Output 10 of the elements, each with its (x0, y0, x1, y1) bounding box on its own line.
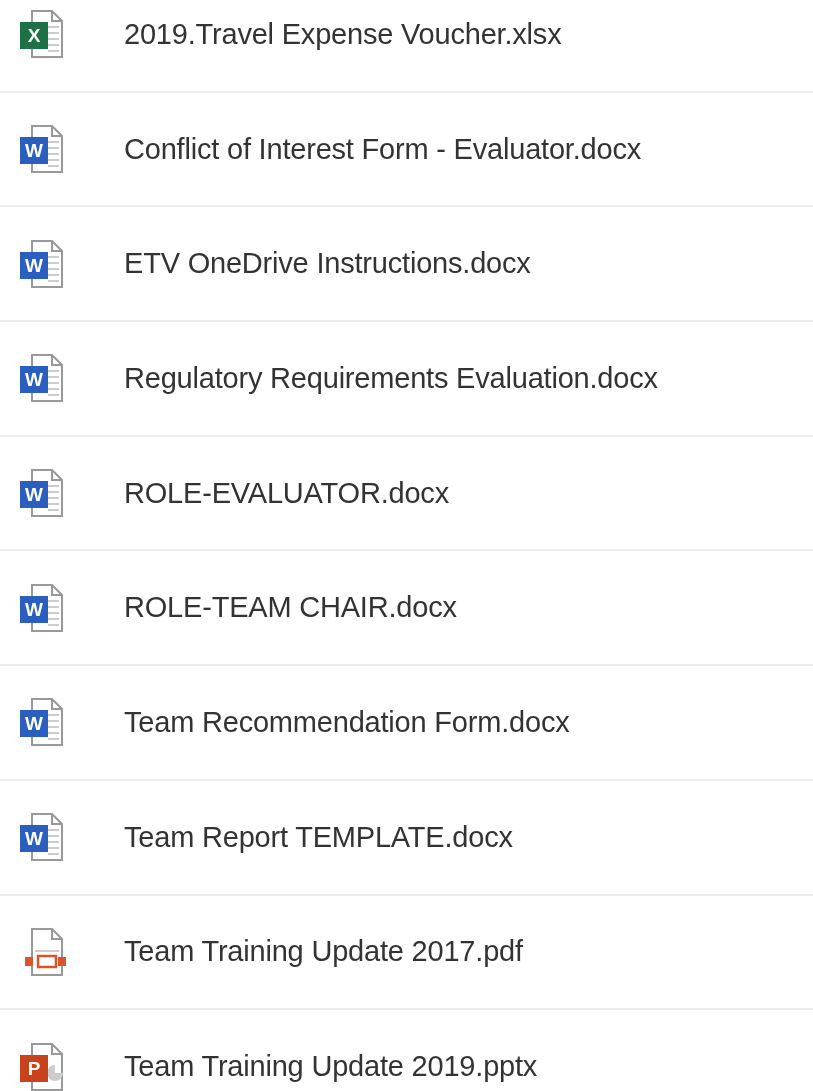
file-name-link[interactable]: Team Recommendation Form.docx (124, 705, 570, 739)
file-name-link[interactable]: Team Training Update 2019.pptx (124, 1050, 538, 1084)
file-name-link[interactable]: ROLE-TEAM CHAIR.docx (124, 591, 457, 625)
file-name-link[interactable]: Conflict of Interest Form - Evaluator.docx (124, 132, 642, 166)
file-name-link[interactable]: ETV OneDrive Instructions.docx (124, 247, 531, 281)
file-name-link[interactable]: 2019.Travel Expense Voucher.xlsx (124, 17, 562, 51)
file-name-link[interactable]: Regulatory Requirements Evaluation.docx (124, 361, 658, 395)
file-name-link[interactable]: Team Report TEMPLATE.docx (124, 820, 513, 854)
file-name-link[interactable]: Team Training Update 2017.pdf (124, 935, 523, 969)
file-name-link[interactable]: ROLE-EVALUATOR.docx (124, 476, 449, 510)
